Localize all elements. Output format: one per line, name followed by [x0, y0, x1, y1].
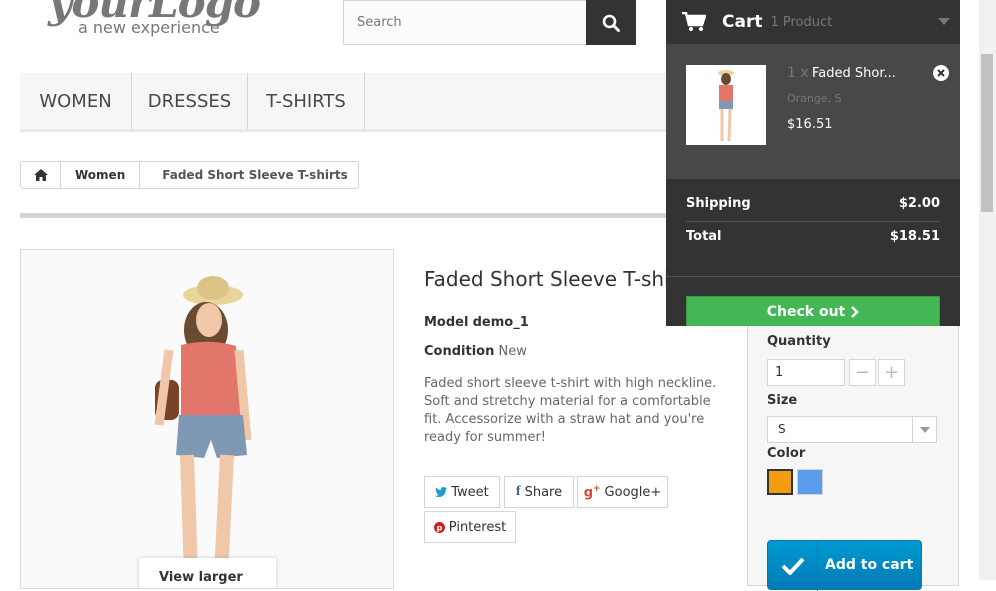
pinterest-label: Pinterest: [448, 519, 507, 535]
total-label: Total: [686, 229, 722, 244]
logo-tagline: a new experience: [78, 18, 220, 37]
shipping-row: Shipping $2.00: [686, 196, 940, 211]
search-icon: [602, 14, 620, 32]
pinterest-button[interactable]: p Pinterest: [424, 511, 516, 543]
page-scrollbar[interactable]: [979, 0, 996, 580]
google-plus-label: Google+: [604, 484, 662, 500]
product-description: Faded short sleeve t-shirt with high nec…: [424, 376, 717, 445]
cart-count: 1 Product: [770, 14, 833, 30]
cart-section-divider: [666, 276, 960, 277]
quantity-minus-button[interactable]: −: [849, 359, 876, 386]
search-bar: [343, 0, 636, 45]
twitter-icon: [435, 487, 448, 497]
model-label: Model: [424, 315, 469, 330]
product-thumbnail: [718, 70, 734, 142]
divider: [20, 213, 666, 218]
caret-down-icon: [938, 18, 950, 25]
condition-value: New: [498, 344, 527, 359]
tweet-button[interactable]: Tweet: [424, 476, 500, 508]
minus-icon: −: [854, 362, 871, 383]
size-label: Size: [767, 393, 798, 408]
cart-title: Cart: [722, 12, 763, 32]
breadcrumb-women[interactable]: Women: [61, 168, 139, 182]
cart-item-attributes: Orange, S: [787, 92, 842, 105]
quantity-label: Quantity: [767, 334, 831, 349]
cart-item-price: $16.51: [787, 117, 833, 132]
pinterest-icon: p: [433, 521, 445, 533]
breadcrumb-current: Faded Short Sleeve T-shirts: [139, 162, 358, 188]
search-button[interactable]: [586, 0, 636, 45]
tweet-label: Tweet: [451, 484, 489, 500]
view-larger-button[interactable]: View larger: [139, 558, 276, 588]
breadcrumb-home[interactable]: [21, 162, 61, 188]
checkout-button[interactable]: Check out: [686, 296, 940, 326]
checkmark-icon: [768, 541, 818, 591]
main-menu: WOMEN DRESSES T-SHIRTS: [20, 73, 666, 132]
shopping-cart-icon: [682, 12, 706, 31]
menu-item-dresses[interactable]: DRESSES: [132, 73, 248, 129]
cart-header[interactable]: Cart 1 Product: [666, 0, 960, 44]
product-image[interactable]: View larger: [20, 249, 394, 589]
search-input[interactable]: [344, 1, 587, 44]
shipping-value: $2.00: [898, 196, 940, 211]
logo[interactable]: yourLogo a new experience: [48, 0, 288, 44]
svg-text:p: p: [436, 523, 442, 532]
breadcrumb: Women Faded Short Sleeve T-shirts: [20, 161, 359, 189]
color-swatch-orange[interactable]: [767, 469, 793, 495]
product-photo: [21, 250, 393, 588]
total-row: Total $18.51: [686, 229, 940, 244]
cart-item-name[interactable]: Faded Shor...: [812, 66, 896, 81]
menu-item-tshirts[interactable]: T-SHIRTS: [248, 73, 365, 129]
facebook-share-button[interactable]: f Share: [504, 476, 574, 508]
remove-item-icon[interactable]: [933, 65, 949, 81]
total-value: $18.51: [889, 229, 940, 244]
quantity-input[interactable]: 1: [767, 359, 845, 386]
checkout-label: Check out: [766, 303, 846, 320]
view-larger-label: View larger: [159, 570, 243, 585]
home-icon: [33, 169, 48, 181]
product-model: Model demo_1: [424, 315, 529, 330]
size-value: S: [778, 422, 786, 436]
color-label: Color: [767, 446, 806, 461]
plus-icon: +: [883, 362, 900, 383]
google-plus-button[interactable]: g+ Google+: [577, 476, 668, 508]
size-select[interactable]: S: [767, 416, 937, 443]
chevron-right-icon: [851, 305, 860, 318]
cart-dropdown: Cart 1 Product 1 x Faded Shor... Orange,…: [666, 0, 960, 326]
product-title: Faded Short Sleeve T-shirts: [424, 267, 697, 291]
cart-item-image[interactable]: [686, 65, 766, 145]
chevron-down-icon: [912, 417, 936, 442]
add-to-cart-label: Add to cart: [825, 557, 914, 573]
shipping-label: Shipping: [686, 196, 751, 211]
cart-item: 1 x Faded Shor... Orange, S $16.51: [666, 44, 960, 179]
cart-divider: [686, 221, 940, 222]
model-value: demo_1: [472, 315, 529, 330]
menu-item-women[interactable]: WOMEN: [20, 73, 132, 129]
product-condition: Condition New: [424, 344, 527, 359]
scrollbar-thumb[interactable]: [981, 54, 993, 212]
condition-label: Condition: [424, 344, 495, 359]
add-to-cart-button[interactable]: Add to cart: [767, 540, 922, 591]
share-label: Share: [524, 484, 563, 500]
color-swatch-blue[interactable]: [797, 469, 823, 495]
quantity-plus-button[interactable]: +: [878, 359, 905, 386]
cart-item-qty: 1 x: [787, 65, 809, 81]
facebook-icon: f: [515, 484, 521, 499]
google-plus-icon: g+: [583, 483, 601, 501]
